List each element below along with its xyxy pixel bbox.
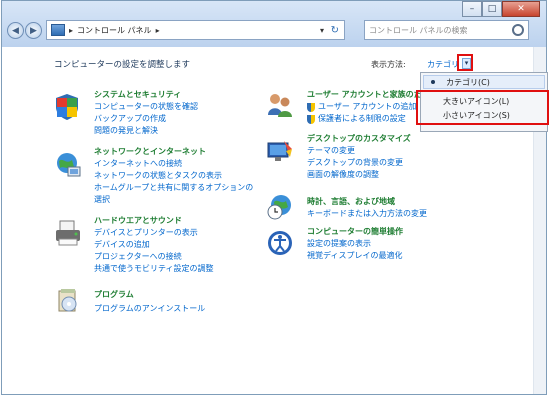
refresh-icon[interactable]: ↻ bbox=[331, 25, 339, 36]
desktop-customize-icon bbox=[266, 137, 294, 165]
category-hardware-sound[interactable]: ハードウエアとサウンド bbox=[94, 215, 182, 227]
breadcrumb-control-panel[interactable]: コントロール パネル bbox=[77, 25, 152, 36]
highlight-icon-size-options bbox=[416, 90, 549, 125]
search-icon[interactable] bbox=[512, 24, 524, 36]
link-backup[interactable]: バックアップの作成 bbox=[94, 113, 166, 125]
ease-of-access-icon bbox=[266, 229, 294, 257]
link-connect-projector[interactable]: プロジェクターへの接続 bbox=[94, 251, 182, 263]
view-by-label: 表示方法: bbox=[371, 60, 406, 69]
link-homegroup-options[interactable]: ホームグループと共有に関するオプションの bbox=[94, 182, 253, 194]
selected-bullet-icon bbox=[431, 80, 435, 84]
search-input[interactable]: コントロール パネルの検索 bbox=[364, 20, 529, 40]
view-by-dropdown[interactable]: カテゴリ bbox=[427, 59, 459, 71]
link-add-user-account[interactable]: ユーザー アカウントの追加 bbox=[318, 101, 416, 113]
link-adjust-resolution[interactable]: 画面の解像度の調整 bbox=[307, 169, 379, 181]
category-system-security[interactable]: システムとセキュリティ bbox=[94, 89, 181, 101]
link-network-status[interactable]: ネットワークの状態とタスクの表示 bbox=[94, 170, 222, 182]
uac-shield-icon bbox=[307, 103, 315, 112]
users-icon bbox=[266, 91, 294, 119]
link-uninstall-program[interactable]: プログラムのアンインストール bbox=[94, 303, 205, 315]
back-button[interactable]: ◀ bbox=[7, 22, 24, 39]
category-ease-of-access[interactable]: コンピューターの簡単操作 bbox=[307, 226, 403, 238]
close-button[interactable]: ✕ bbox=[502, 1, 540, 17]
link-optimize-display[interactable]: 視覚ディスプレイの最適化 bbox=[307, 250, 402, 262]
breadcrumb-separator-2[interactable]: ▸ bbox=[156, 26, 160, 35]
menu-item-category[interactable]: カテゴリ(C) bbox=[423, 75, 545, 89]
category-user-accounts[interactable]: ユーザー アカウントと家族のた bbox=[307, 89, 422, 101]
forward-button[interactable]: ▶ bbox=[25, 22, 42, 39]
link-suggested-settings[interactable]: 設定の提案の表示 bbox=[307, 238, 371, 250]
programs-icon bbox=[56, 287, 84, 315]
maximize-button[interactable]: □ bbox=[482, 1, 502, 17]
printer-icon bbox=[54, 219, 82, 247]
address-bar[interactable]: ▸ コントロール パネル ▸ ▾ ↻ bbox=[46, 20, 345, 40]
search-placeholder: コントロール パネルの検索 bbox=[369, 25, 468, 35]
category-clock-language-region[interactable]: 時計、言語、および地域 bbox=[307, 196, 395, 208]
address-dropdown-icon[interactable]: ▾ bbox=[320, 26, 324, 35]
control-panel-icon bbox=[51, 24, 65, 36]
highlight-dropdown-arrow bbox=[457, 54, 473, 71]
minimize-button[interactable]: – bbox=[462, 1, 482, 17]
link-mobility-settings[interactable]: 共通で使うモビリティ設定の調整 bbox=[94, 263, 214, 275]
uac-shield-icon-2 bbox=[307, 115, 315, 124]
link-change-theme[interactable]: テーマの変更 bbox=[307, 145, 355, 157]
network-globe-icon bbox=[54, 151, 82, 179]
clock-globe-icon bbox=[266, 193, 294, 221]
category-network-internet[interactable]: ネットワークとインターネット bbox=[94, 146, 206, 158]
menu-item-category-label: カテゴリ(C) bbox=[446, 78, 490, 87]
page-title: コンピューターの設定を調整します bbox=[54, 60, 191, 70]
link-parental-controls[interactable]: 保護者による制限の設定 bbox=[318, 113, 406, 125]
shield-icon bbox=[54, 93, 82, 121]
link-change-keyboard[interactable]: キーボードまたは入力方法の変更 bbox=[307, 208, 427, 220]
title-bar: – □ ✕ ◀ ▶ ▸ コントロール パネル ▸ ▾ ↻ コントロール パネルの… bbox=[2, 1, 546, 47]
link-change-background[interactable]: デスクトップの背景の変更 bbox=[307, 157, 403, 169]
link-homegroup-options-cont[interactable]: 選択 bbox=[94, 194, 110, 206]
link-devices-printers[interactable]: デバイスとプリンターの表示 bbox=[94, 227, 198, 239]
category-desktop-customization[interactable]: デスクトップのカスタマイズ bbox=[307, 133, 411, 145]
category-programs[interactable]: プログラム bbox=[94, 289, 134, 301]
link-connect-internet[interactable]: インターネットへの接続 bbox=[94, 158, 182, 170]
link-troubleshoot[interactable]: 問題の発見と解決 bbox=[94, 125, 158, 137]
link-add-device[interactable]: デバイスの追加 bbox=[94, 239, 150, 251]
link-check-status[interactable]: コンピューターの状態を確認 bbox=[94, 101, 198, 113]
breadcrumb-separator: ▸ bbox=[69, 25, 74, 35]
